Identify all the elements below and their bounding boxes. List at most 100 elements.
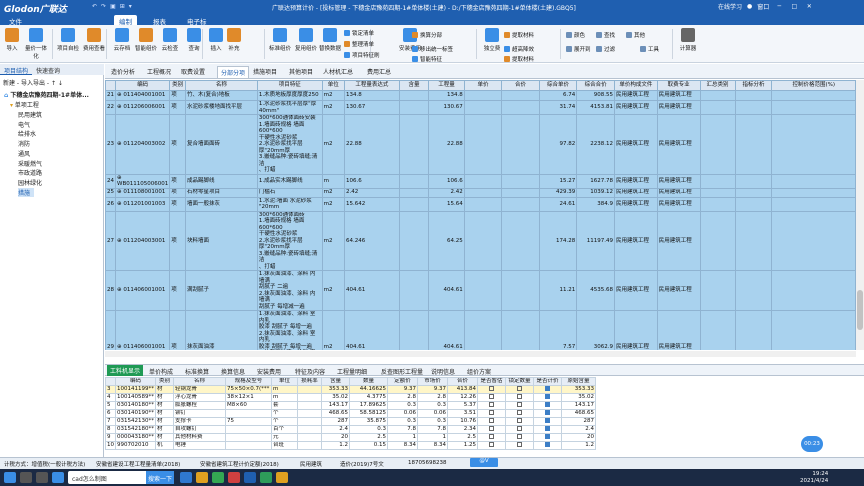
grid-row[interactable]: 29 ⊕ 011406001001 项抹灰面油漆 1.抹灰面油漆、涂料 室内乳 胶漆 … [105, 310, 856, 350]
grid-cell-ct[interactable]: 4153.81 [576, 100, 615, 115]
material-cell-code[interactable]: 030140180** [115, 401, 156, 410]
grid-cell-no[interactable]: 23 [105, 114, 116, 175]
grid-cell-amt[interactable]: 15.64 [428, 196, 465, 212]
grid-cell-qty[interactable] [398, 100, 430, 115]
grid-cell-pro[interactable]: 民用建筑工程 [656, 196, 701, 212]
material-cell-no[interactable]: 6 [105, 409, 116, 418]
grid-header-16[interactable]: 指标分析 [734, 80, 773, 91]
browser-icon[interactable] [52, 472, 64, 483]
grid-cell-file[interactable]: 民用建筑工程 [613, 310, 658, 350]
material-cell-qty[interactable]: 17.89625 [349, 401, 388, 410]
scrollbar-thumb[interactable] [857, 290, 863, 330]
grid-cell-pro[interactable]: 民用建筑工程 [656, 90, 701, 101]
material-header-11[interactable]: 是否暂估 [477, 377, 506, 386]
checkbox[interactable] [489, 402, 494, 407]
quick-access-item[interactable]: ▣ [110, 3, 116, 10]
grid-cell-pro[interactable]: 民用建筑工程 [656, 210, 701, 271]
material-cell-dp[interactable]: 0.3 [387, 417, 418, 426]
material-cell-loss[interactable] [297, 425, 322, 434]
grid-cell-feat[interactable]: 1.抹灰面油漆、涂料 内墙满 刮腻子 二遍 2.抹灰面油漆、涂料 内墙满 刮腻子… [256, 270, 323, 311]
grid-cell-qty[interactable] [398, 310, 430, 350]
material-cell-amt[interactable]: 3.51 [447, 409, 478, 418]
grid-cell-qty[interactable] [398, 90, 430, 101]
grid-cell-cu[interactable]: 6.74 [538, 90, 578, 101]
ribbon-small-button-2[interactable]: 项目特征刷 [344, 51, 380, 59]
material-cell-no[interactable]: 4 [105, 393, 116, 402]
material-cell-content[interactable]: 20 [321, 433, 350, 442]
material-cell-loss[interactable] [297, 393, 322, 402]
grid-cell-ct[interactable]: 3062.9 [576, 310, 615, 350]
detail-tab-5[interactable]: 特征及内容 [295, 367, 325, 376]
material-cell-amt[interactable]: 1.25 [447, 441, 478, 450]
grid-cell-ctrl[interactable] [771, 100, 856, 115]
material-cell-cat[interactable]: 材 [155, 401, 174, 410]
grid-cell-ctrl[interactable] [771, 310, 856, 350]
material-cell-qty[interactable]: 2.5 [349, 433, 388, 442]
ribbon-button-2[interactable]: 项目自检 [56, 28, 80, 52]
material-header-9[interactable]: 市场价 [417, 377, 448, 386]
main-tab-3[interactable]: 分部分项 [217, 66, 250, 78]
grid-cell-sum[interactable] [699, 310, 736, 350]
material-cell-amt[interactable]: 413.84 [447, 385, 478, 394]
material-cell-mp[interactable]: 0.3 [417, 401, 448, 410]
tree-item-0[interactable]: 民用建筑 [18, 110, 46, 119]
grid-cell-name[interactable]: 竹、木(复合)地板 [184, 90, 258, 101]
detail-tab-4[interactable]: 安装费用 [257, 367, 281, 376]
grid-header-4[interactable]: 项目特征 [256, 80, 323, 91]
material-header-12[interactable]: 锁定数量 [505, 377, 534, 386]
material-cell-orig[interactable]: 353.33 [561, 385, 596, 394]
material-cell-est[interactable] [477, 409, 506, 418]
material-cell-price[interactable] [533, 393, 562, 402]
grid-cell-ctrl[interactable] [771, 114, 856, 175]
grid-cell-idx[interactable] [734, 187, 773, 198]
tree-item-8[interactable]: 措施 [18, 187, 35, 197]
grid-cell-ct[interactable]: 384.9 [576, 196, 615, 212]
material-cell-orig[interactable]: 287 [561, 417, 596, 426]
material-row[interactable]: 3 100141199** 材轻钢龙骨 75×50×0.7(*** m 353.33 44.… [105, 385, 596, 394]
material-row[interactable]: 9 000043180** 材其他材料费元 20 2.5 1 1 2.5 20 [105, 433, 596, 442]
grid-cell-no[interactable]: 27 [105, 210, 116, 271]
checkbox[interactable] [517, 386, 522, 391]
main-tab-1[interactable]: 工程概况 [147, 67, 171, 76]
checkbox[interactable] [517, 442, 522, 447]
grid-header-9[interactable]: 单价 [463, 80, 503, 91]
checkbox[interactable] [545, 394, 550, 399]
material-cell-lock[interactable] [505, 409, 534, 418]
material-cell-lock[interactable] [505, 401, 534, 410]
material-header-8[interactable]: 定额价 [387, 377, 418, 386]
grid-cell-name[interactable]: 块料墙面 [184, 210, 258, 271]
ribbon-small-button-8[interactable]: 智能特征 [412, 55, 442, 63]
grid-cell-sum[interactable] [699, 196, 736, 212]
material-cell-cat[interactable]: 材 [155, 433, 174, 442]
grid-cell-file[interactable]: 民用建筑工程 [613, 187, 658, 198]
grid-cell-pro[interactable]: 民用建筑工程 [656, 187, 701, 198]
tree-item-3[interactable]: 消防 [18, 139, 34, 148]
tree-unit[interactable]: ▾ 单项工程 [10, 100, 39, 109]
grid-cell-file[interactable]: 民用建筑工程 [613, 100, 658, 115]
grid-cell-sum[interactable] [699, 90, 736, 101]
grid-row[interactable]: 28 ⊕ 011406001001 项满刮腻子 1.抹灰面油漆、涂料 内墙满 刮腻子 … [105, 270, 856, 311]
task-view-icon[interactable] [36, 472, 48, 483]
grid-cell-cat[interactable]: 项 [169, 100, 186, 115]
material-cell-content[interactable]: 353.33 [321, 385, 350, 394]
material-cell-amt[interactable]: 2.5 [447, 433, 478, 442]
grid-cell-amt[interactable]: 2.42 [428, 187, 465, 198]
material-cell-est[interactable] [477, 441, 506, 450]
grid-cell-sum[interactable] [699, 173, 736, 189]
grid-cell-ctrl[interactable] [771, 90, 856, 101]
close-button[interactable]: ✕ [804, 3, 814, 10]
ribbon-button-9[interactable]: 补充 [222, 28, 246, 52]
grid-cell-name[interactable]: 成品踢脚线 [184, 173, 258, 189]
grid-cell-up[interactable] [463, 114, 503, 175]
menu-tab-0[interactable]: 文件 [4, 15, 27, 26]
detail-tab-7[interactable]: 反查图形工程量 [381, 367, 423, 376]
grid-row[interactable]: 27 ⊕ 011204003001 项块料墙面 300*600通体面砖 1.墙面砖规格… [105, 210, 856, 271]
grid-cell-cu[interactable]: 24.61 [538, 196, 578, 212]
grid-cell-tp[interactable] [501, 173, 540, 189]
grid-cell-qty[interactable] [398, 114, 430, 175]
grid-cell-feat[interactable]: 1.抹灰面油漆、涂料 室内乳 胶漆 刮腻子 每增一遍 2.抹灰面油漆、涂料 室内… [256, 310, 323, 350]
grid-cell-no[interactable]: 26 [105, 196, 116, 212]
grid-cell-code[interactable]: ⊕ 011204003001 [114, 210, 171, 271]
material-cell-est[interactable] [477, 433, 506, 442]
grid-cell-qty[interactable] [398, 196, 430, 212]
